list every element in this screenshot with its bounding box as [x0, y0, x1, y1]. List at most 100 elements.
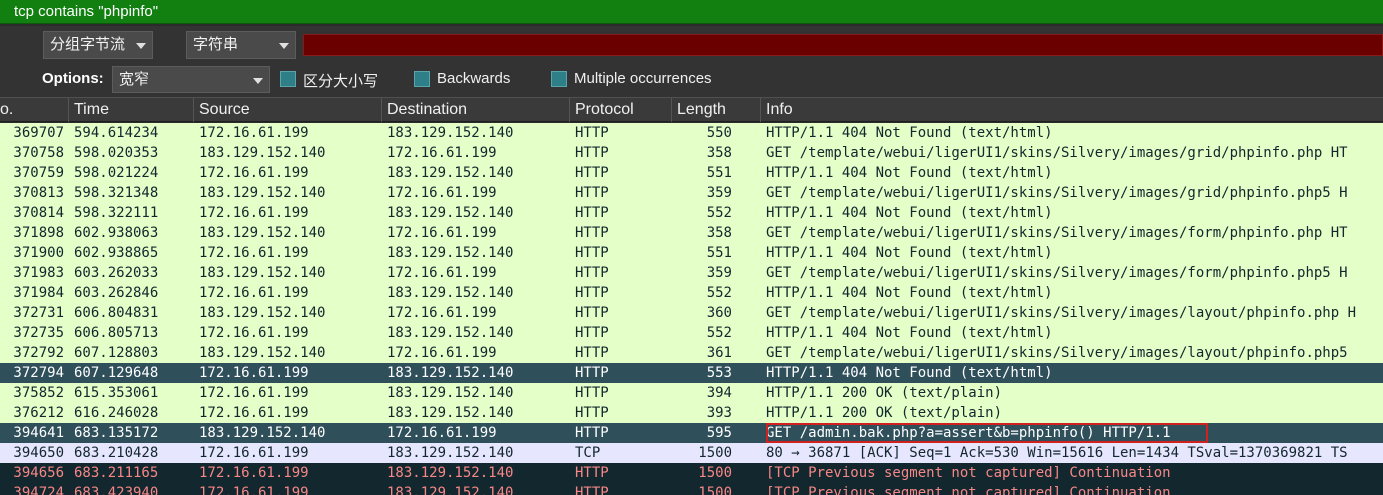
- packet-protocol: HTTP: [575, 285, 609, 301]
- display-filter-bar[interactable]: tcp contains "phpinfo": [0, 0, 1383, 24]
- find-options-bar: Options: 宽窄 区分大小写 Backwards Multiple occ…: [0, 62, 1383, 97]
- packet-protocol: HTTP: [575, 165, 609, 181]
- packet-list-header: o. Time Source Destination Protocol Leng…: [0, 97, 1383, 122]
- packet-length: 553: [706, 365, 732, 381]
- case-sensitive-checkbox[interactable]: [280, 71, 296, 87]
- packet-no: 394656: [13, 465, 64, 481]
- packet-row[interactable]: 372792 607.128803 183.129.152.140 172.16.61…: [0, 343, 1383, 363]
- column-header-info[interactable]: Info: [761, 98, 1383, 122]
- display-format-combo[interactable]: 分组字节流: [43, 31, 153, 59]
- packet-source: 172.16.61.199: [199, 165, 309, 181]
- packet-row[interactable]: 370813 598.321348 183.129.152.140 172.16.61…: [0, 183, 1383, 203]
- packet-row[interactable]: 394656 683.211165 172.16.61.199 183.129.152…: [0, 463, 1383, 483]
- packet-row[interactable]: 394650 683.210428 172.16.61.199 183.129.152…: [0, 443, 1383, 463]
- packet-info: GET /template/webui/ligerUI1/skins/Silve…: [766, 185, 1348, 201]
- packet-no: 372792: [13, 345, 64, 361]
- packet-length: 394: [706, 385, 732, 401]
- packet-protocol: HTTP: [575, 205, 609, 221]
- packet-length: 359: [706, 185, 732, 201]
- char-width-combo[interactable]: 宽窄: [112, 66, 270, 93]
- packet-row[interactable]: 370814 598.322111 172.16.61.199 183.129.152…: [0, 203, 1383, 223]
- packet-row[interactable]: 370758 598.020353 183.129.152.140 172.16.61…: [0, 143, 1383, 163]
- packet-no: 370814: [13, 205, 64, 221]
- packet-info: 80 → 36871 [ACK] Seq=1 Ack=530 Win=15616…: [766, 445, 1348, 461]
- find-toolbar: 分组字节流 字符串: [0, 26, 1383, 62]
- packet-row[interactable]: 375852 615.353061 172.16.61.199 183.129.152…: [0, 383, 1383, 403]
- packet-row[interactable]: 372794 607.129648 172.16.61.199 183.129.152…: [0, 363, 1383, 383]
- packet-source: 172.16.61.199: [199, 465, 309, 481]
- packet-time: 598.321348: [74, 185, 159, 201]
- packet-time: 598.021224: [74, 165, 159, 181]
- packet-length: 595: [706, 425, 732, 441]
- packet-no: 372794: [13, 365, 64, 381]
- packet-row[interactable]: 371983 603.262033 183.129.152.140 172.16.61…: [0, 263, 1383, 283]
- packet-length: 359: [706, 265, 732, 281]
- packet-no: 372735: [13, 325, 64, 341]
- search-type-combo[interactable]: 字符串: [186, 31, 296, 59]
- column-header-source[interactable]: Source: [194, 98, 382, 122]
- packet-row[interactable]: 371898 602.938063 183.129.152.140 172.16.61…: [0, 223, 1383, 243]
- packet-protocol: HTTP: [575, 405, 609, 421]
- packet-list[interactable]: 369707 594.614234 172.16.61.199 183.129.152…: [0, 123, 1383, 495]
- packet-row[interactable]: 372731 606.804831 183.129.152.140 172.16.61…: [0, 303, 1383, 323]
- packet-row[interactable]: 394724 683.423940 172.16.61.199 183.129.152…: [0, 483, 1383, 495]
- column-header-destination[interactable]: Destination: [382, 98, 570, 122]
- packet-protocol: HTTP: [575, 125, 609, 141]
- packet-row[interactable]: 394641 683.135172 183.129.152.140 172.16.61…: [0, 423, 1383, 443]
- column-header-time[interactable]: Time: [69, 98, 194, 122]
- packet-protocol: HTTP: [575, 325, 609, 341]
- packet-protocol: HTTP: [575, 265, 609, 281]
- packet-info: HTTP/1.1 404 Not Found (text/html): [766, 285, 1053, 301]
- packet-time: 607.128803: [74, 345, 159, 361]
- packet-time: 606.804831: [74, 305, 159, 321]
- packet-time: 598.322111: [74, 205, 159, 221]
- packet-destination: 183.129.152.140: [387, 485, 514, 495]
- packet-row[interactable]: 370759 598.021224 172.16.61.199 183.129.152…: [0, 163, 1383, 183]
- packet-time: 603.262846: [74, 285, 159, 301]
- packet-source: 172.16.61.199: [199, 285, 309, 301]
- packet-no: 394650: [13, 445, 64, 461]
- packet-row[interactable]: 376212 616.246028 172.16.61.199 183.129.152…: [0, 403, 1383, 423]
- packet-source: 172.16.61.199: [199, 405, 309, 421]
- backwards-label: Backwards: [437, 70, 511, 87]
- packet-row[interactable]: 371900 602.938865 172.16.61.199 183.129.152…: [0, 243, 1383, 263]
- search-type-value: 字符串: [193, 36, 239, 53]
- column-header-protocol[interactable]: Protocol: [570, 98, 672, 122]
- column-header-length[interactable]: Length: [672, 98, 761, 122]
- packet-no: 370758: [13, 145, 64, 161]
- packet-destination: 183.129.152.140: [387, 445, 514, 461]
- backwards-checkbox[interactable]: [414, 71, 430, 87]
- packet-length: 551: [706, 165, 732, 181]
- packet-source: 183.129.152.140: [199, 425, 326, 441]
- packet-no: 376212: [13, 405, 64, 421]
- packet-destination: 172.16.61.199: [387, 425, 497, 441]
- packet-destination: 183.129.152.140: [387, 165, 514, 181]
- packet-source: 172.16.61.199: [199, 245, 309, 261]
- packet-row[interactable]: 371984 603.262846 172.16.61.199 183.129.152…: [0, 283, 1383, 303]
- packet-no: 371983: [13, 265, 64, 281]
- search-input[interactable]: [303, 34, 1383, 56]
- chevron-down-icon: [279, 43, 289, 49]
- packet-source: 183.129.152.140: [199, 345, 326, 361]
- packet-length: 358: [706, 225, 732, 241]
- display-filter-text[interactable]: tcp contains "phpinfo": [14, 3, 158, 20]
- packet-row[interactable]: 369707 594.614234 172.16.61.199 183.129.152…: [0, 123, 1383, 143]
- chevron-down-icon: [253, 78, 263, 84]
- packet-protocol: HTTP: [575, 465, 609, 481]
- packet-source: 172.16.61.199: [199, 365, 309, 381]
- packet-source: 172.16.61.199: [199, 445, 309, 461]
- packet-info: HTTP/1.1 404 Not Found (text/html): [766, 165, 1053, 181]
- packet-length: 393: [706, 405, 732, 421]
- packet-info: HTTP/1.1 404 Not Found (text/html): [766, 205, 1053, 221]
- chevron-down-icon: [136, 43, 146, 49]
- multiple-occurrences-checkbox[interactable]: [551, 71, 567, 87]
- packet-length: 1500: [698, 485, 732, 495]
- packet-time: 602.938063: [74, 225, 159, 241]
- column-header-no[interactable]: o.: [0, 98, 69, 122]
- display-format-value: 分组字节流: [50, 36, 126, 53]
- packet-source: 183.129.152.140: [199, 145, 326, 161]
- packet-no: 394724: [13, 485, 64, 495]
- packet-row[interactable]: 372735 606.805713 172.16.61.199 183.129.152…: [0, 323, 1383, 343]
- packet-time: 683.211165: [74, 465, 159, 481]
- packet-no: 370813: [13, 185, 64, 201]
